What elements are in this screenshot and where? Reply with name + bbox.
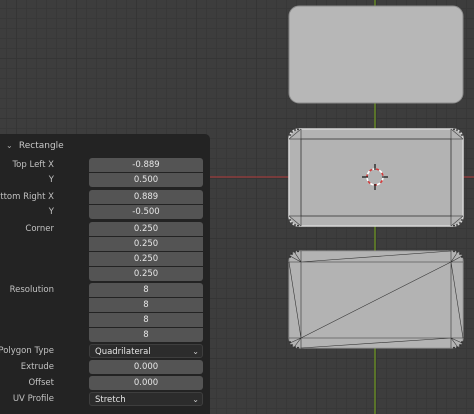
bottom-right-y-field[interactable]: -0.500 — [89, 205, 203, 219]
rounded-rectangle-mesh-bottom — [288, 250, 464, 349]
corner-label: Corner — [25, 224, 54, 234]
panel-header[interactable]: ⌄ Rectangle — [6, 138, 64, 154]
polygon-type-label: Polygon Type — [0, 346, 54, 356]
polygon-type-value: Quadrilateral — [95, 347, 151, 357]
resolution-label: Resolution — [9, 285, 54, 295]
chevron-down-icon: ⌄ — [192, 395, 199, 404]
polygon-type-dropdown[interactable]: Quadrilateral ⌄ — [89, 344, 203, 358]
corner-field-4[interactable]: 0.250 — [89, 267, 203, 281]
extrude-field[interactable]: 0.000 — [89, 360, 203, 374]
uv-profile-dropdown[interactable]: Stretch ⌄ — [89, 392, 203, 406]
chevron-down-icon: ⌄ — [192, 347, 199, 356]
extrude-label: Extrude — [20, 362, 54, 372]
chevron-down-icon[interactable]: ⌄ — [6, 138, 16, 154]
corner-field-1[interactable]: 0.250 — [89, 222, 203, 236]
rounded-rectangle-mesh-middle — [288, 128, 464, 227]
uv-profile-label: UV Profile — [12, 394, 54, 404]
uv-profile-value: Stretch — [95, 395, 126, 405]
bottom-right-y-label: Y — [48, 207, 54, 217]
resolution-field-1[interactable]: 8 — [89, 283, 203, 297]
top-left-x-label: Top Left X — [12, 160, 54, 170]
resolution-field-3[interactable]: 8 — [89, 313, 203, 327]
bottom-right-x-field[interactable]: 0.889 — [89, 190, 203, 204]
rounded-rectangle-mesh-top — [288, 5, 464, 104]
top-left-x-field[interactable]: -0.889 — [89, 158, 203, 172]
top-left-y-label: Y — [48, 175, 54, 185]
corner-field-2[interactable]: 0.250 — [89, 237, 203, 251]
offset-label: Offset — [28, 378, 54, 388]
resolution-field-2[interactable]: 8 — [89, 298, 203, 312]
panel-title: Rectangle — [18, 141, 64, 151]
resolution-field-4[interactable]: 8 — [89, 328, 203, 342]
bottom-right-x-label: Bottom Right X — [0, 192, 54, 202]
offset-field[interactable]: 0.000 — [89, 376, 203, 390]
corner-field-3[interactable]: 0.250 — [89, 252, 203, 266]
top-left-y-field[interactable]: 0.500 — [89, 173, 203, 187]
rectangle-operator-panel: ⌄ Rectangle Top Left X -0.889 Y 0.500 Bo… — [0, 134, 210, 414]
